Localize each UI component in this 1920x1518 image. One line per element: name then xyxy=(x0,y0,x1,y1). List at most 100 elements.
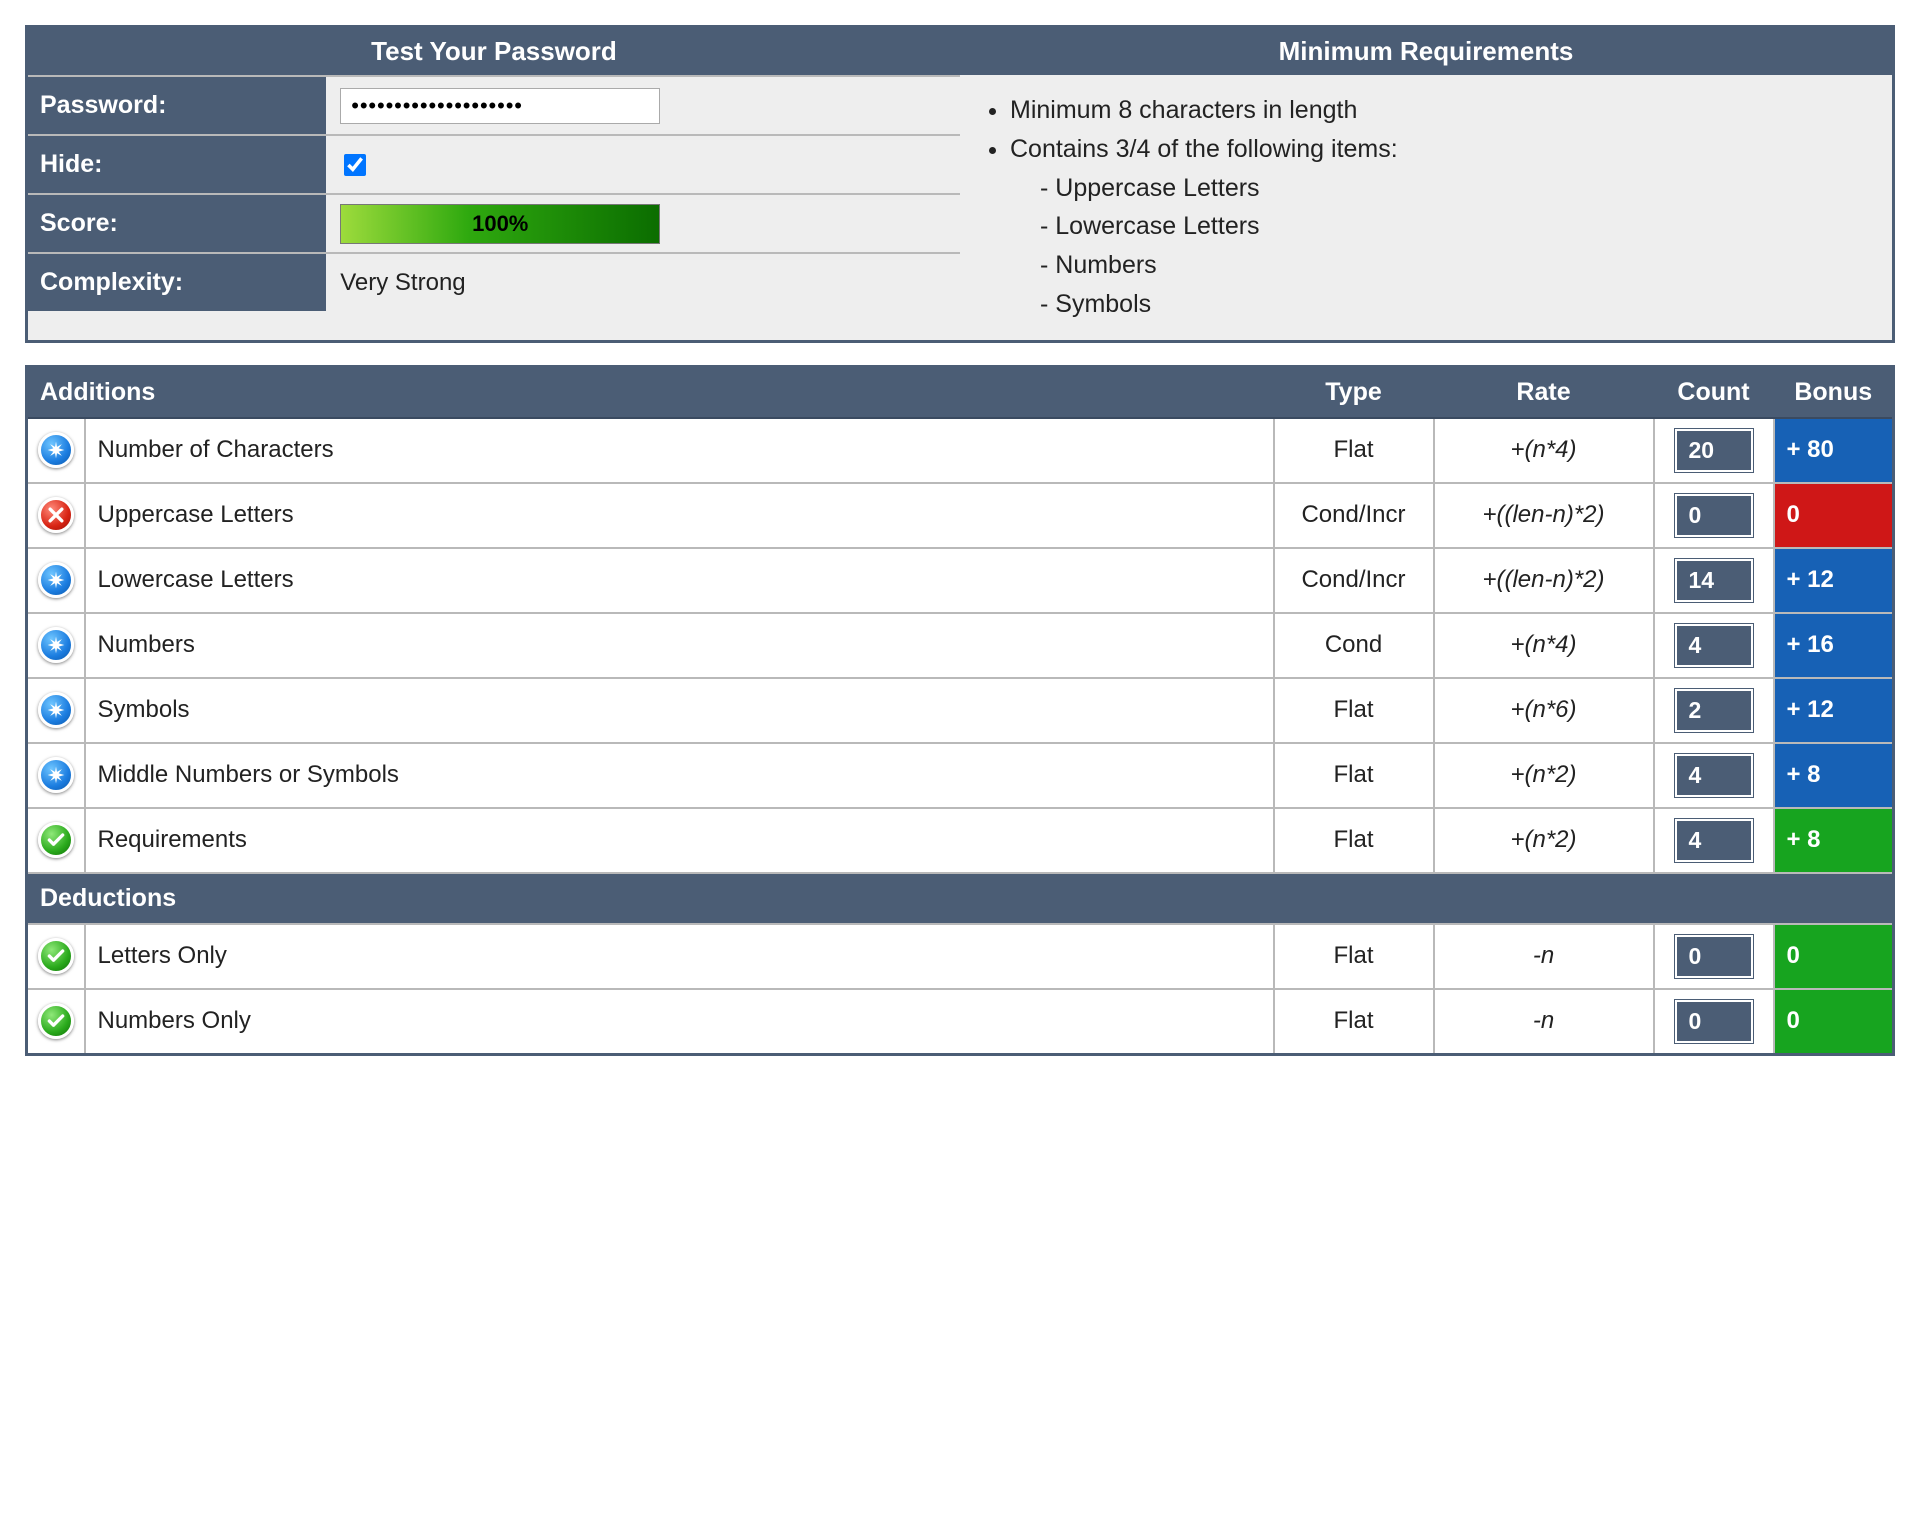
requirements-header: Minimum Requirements xyxy=(960,28,1892,75)
metric-rate: +((len-n)*2) xyxy=(1434,548,1654,613)
test-password-header: Test Your Password xyxy=(28,28,960,75)
metric-count: 0 xyxy=(1654,924,1774,989)
metric-rate: +(n*4) xyxy=(1434,613,1654,678)
status-cell xyxy=(27,924,85,989)
requirement-subitem: - Numbers xyxy=(1040,246,1870,285)
password-row: Password: xyxy=(28,75,960,134)
complexity-value: Very Strong xyxy=(326,261,960,305)
metric-count: 2 xyxy=(1654,678,1774,743)
metric-name: Uppercase Letters xyxy=(85,483,1274,548)
password-input[interactable] xyxy=(340,88,660,124)
table-row: Number of CharactersFlat+(n*4)20+ 80 xyxy=(27,418,1894,483)
table-row: SymbolsFlat+(n*6)2+ 12 xyxy=(27,678,1894,743)
status-cell xyxy=(27,418,85,483)
metric-bonus: + 8 xyxy=(1774,808,1894,873)
metric-rate: -n xyxy=(1434,989,1654,1055)
metric-count: 4 xyxy=(1654,808,1774,873)
score-bar-fill: 100% xyxy=(341,205,659,243)
table-row: Middle Numbers or SymbolsFlat+(n*2)4+ 8 xyxy=(27,743,1894,808)
minimum-requirements-section: Minimum Requirements Minimum 8 character… xyxy=(960,28,1892,340)
status-cell xyxy=(27,483,85,548)
asterisk-icon xyxy=(38,627,74,663)
password-label: Password: xyxy=(28,77,326,134)
table-row: Numbers OnlyFlat-n00 xyxy=(27,989,1894,1055)
metric-bonus: + 16 xyxy=(1774,613,1894,678)
metric-count: 0 xyxy=(1654,483,1774,548)
table-row: Uppercase LettersCond/Incr+((len-n)*2)00 xyxy=(27,483,1894,548)
metric-bonus: 0 xyxy=(1774,989,1894,1055)
metric-rate: +((len-n)*2) xyxy=(1434,483,1654,548)
requirement-item: Contains 3/4 of the following items: - U… xyxy=(1010,130,1870,324)
hide-row: Hide: xyxy=(28,134,960,193)
table-row: RequirementsFlat+(n*2)4+ 8 xyxy=(27,808,1894,873)
requirements-body: Minimum 8 characters in length Contains … xyxy=(960,75,1892,340)
metric-type: Flat xyxy=(1274,418,1434,483)
top-panel: Test Your Password Password: Hide: Score… xyxy=(25,25,1895,343)
score-row: Score: 100% xyxy=(28,193,960,252)
test-your-password-section: Test Your Password Password: Hide: Score… xyxy=(28,28,960,340)
metric-name: Number of Characters xyxy=(85,418,1274,483)
metric-rate: +(n*2) xyxy=(1434,808,1654,873)
metric-name: Middle Numbers or Symbols xyxy=(85,743,1274,808)
metric-bonus: 0 xyxy=(1774,924,1894,989)
requirement-subitem: - Uppercase Letters xyxy=(1040,169,1870,208)
metric-type: Flat xyxy=(1274,808,1434,873)
additions-header: Additions xyxy=(27,366,1274,418)
metric-count: 14 xyxy=(1654,548,1774,613)
hide-checkbox[interactable] xyxy=(344,154,366,176)
metric-count: 4 xyxy=(1654,743,1774,808)
deductions-header: Deductions xyxy=(27,873,1894,924)
asterisk-icon xyxy=(38,757,74,793)
metric-name: Letters Only xyxy=(85,924,1274,989)
status-cell xyxy=(27,613,85,678)
score-label: Score: xyxy=(28,195,326,252)
metric-bonus: + 8 xyxy=(1774,743,1894,808)
results-table: Additions Type Rate Count Bonus Number o… xyxy=(25,365,1895,1056)
metric-type: Cond/Incr xyxy=(1274,483,1434,548)
count-header: Count xyxy=(1654,366,1774,418)
metric-name: Symbols xyxy=(85,678,1274,743)
complexity-label: Complexity: xyxy=(28,254,326,311)
requirement-item: Minimum 8 characters in length xyxy=(1010,91,1870,130)
status-cell xyxy=(27,989,85,1055)
requirement-subitem: - Symbols xyxy=(1040,285,1870,324)
type-header: Type xyxy=(1274,366,1434,418)
metric-count: 20 xyxy=(1654,418,1774,483)
table-row: NumbersCond+(n*4)4+ 16 xyxy=(27,613,1894,678)
check-icon xyxy=(38,822,74,858)
check-icon xyxy=(38,1003,74,1039)
metric-type: Cond/Incr xyxy=(1274,548,1434,613)
metric-bonus: 0 xyxy=(1774,483,1894,548)
metric-type: Flat xyxy=(1274,924,1434,989)
table-row: Letters OnlyFlat-n00 xyxy=(27,924,1894,989)
metric-bonus: + 80 xyxy=(1774,418,1894,483)
status-cell xyxy=(27,743,85,808)
status-cell xyxy=(27,548,85,613)
metric-name: Numbers xyxy=(85,613,1274,678)
rate-header: Rate xyxy=(1434,366,1654,418)
requirement-subitem: - Lowercase Letters xyxy=(1040,207,1870,246)
table-row: Lowercase LettersCond/Incr+((len-n)*2)14… xyxy=(27,548,1894,613)
metric-type: Flat xyxy=(1274,743,1434,808)
asterisk-icon xyxy=(38,692,74,728)
score-bar: 100% xyxy=(340,204,660,244)
metric-rate: -n xyxy=(1434,924,1654,989)
metric-count: 4 xyxy=(1654,613,1774,678)
asterisk-icon xyxy=(38,432,74,468)
metric-bonus: + 12 xyxy=(1774,548,1894,613)
check-icon xyxy=(38,938,74,974)
metric-rate: +(n*4) xyxy=(1434,418,1654,483)
metric-count: 0 xyxy=(1654,989,1774,1055)
metric-name: Numbers Only xyxy=(85,989,1274,1055)
metric-rate: +(n*6) xyxy=(1434,678,1654,743)
metric-type: Cond xyxy=(1274,613,1434,678)
metric-name: Lowercase Letters xyxy=(85,548,1274,613)
bonus-header: Bonus xyxy=(1774,366,1894,418)
status-cell xyxy=(27,808,85,873)
metric-type: Flat xyxy=(1274,989,1434,1055)
complexity-row: Complexity: Very Strong xyxy=(28,252,960,311)
metric-rate: +(n*2) xyxy=(1434,743,1654,808)
metric-bonus: + 12 xyxy=(1774,678,1894,743)
metric-name: Requirements xyxy=(85,808,1274,873)
metric-type: Flat xyxy=(1274,678,1434,743)
